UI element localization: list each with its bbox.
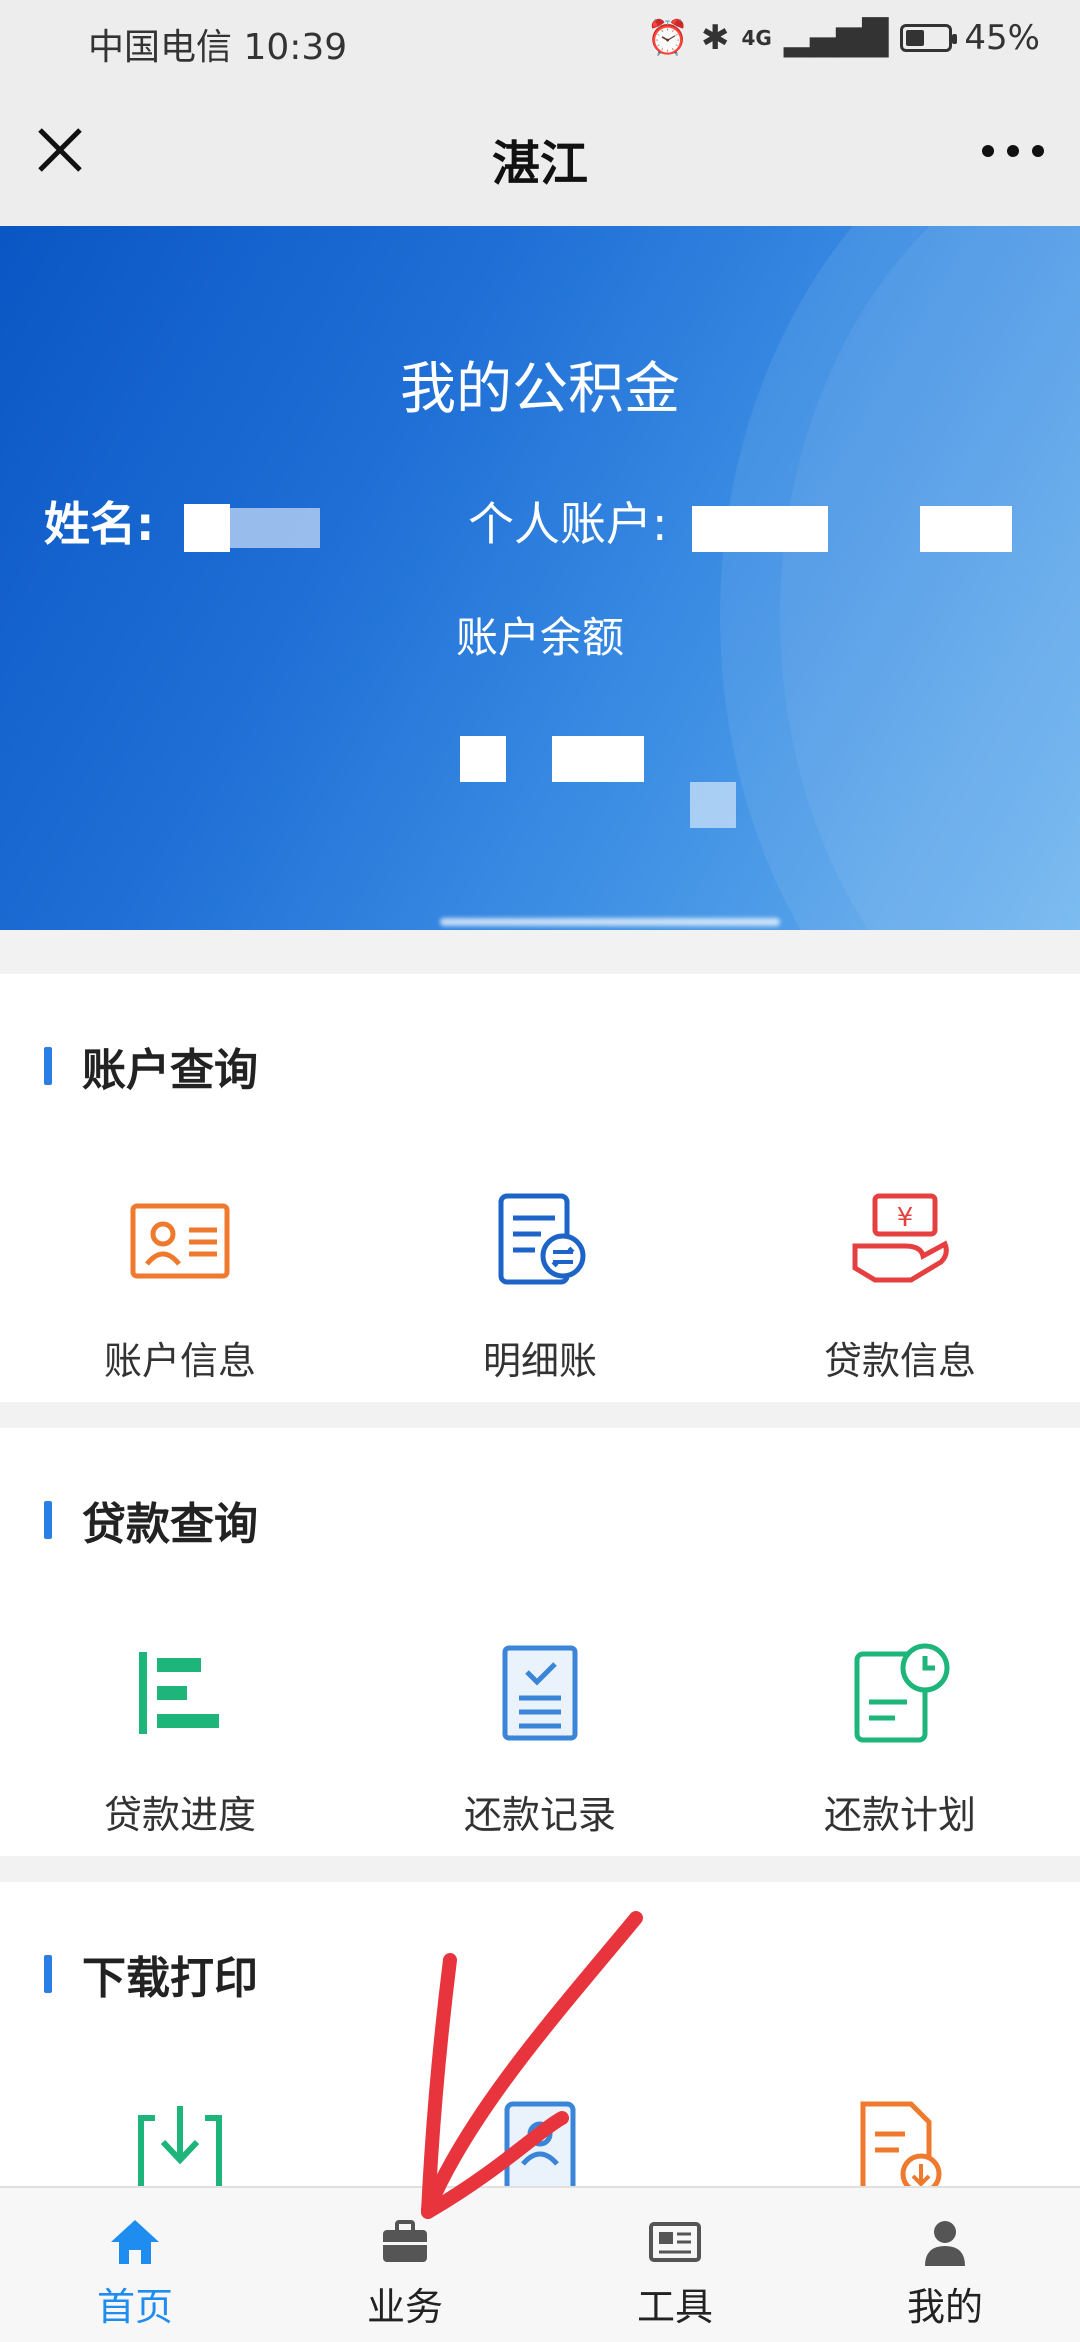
tab-home[interactable]: 首页 xyxy=(0,2188,270,2342)
more-icon[interactable] xyxy=(978,126,1048,176)
name-label: 姓名: xyxy=(44,497,155,551)
balance-redaction xyxy=(460,736,506,782)
battery-icon xyxy=(900,24,958,52)
account-label: 个人账户: xyxy=(468,497,668,551)
svg-text:¥: ¥ xyxy=(897,1203,914,1233)
loan-hand-icon: ¥ xyxy=(852,1193,949,1283)
section-title: 贷款查询 xyxy=(82,1499,258,1550)
ledger-button[interactable]: 明细账 xyxy=(360,1184,720,1385)
loan-info-label: 贷款信息 xyxy=(823,1339,976,1383)
tab-mine[interactable]: 我的 xyxy=(810,2188,1080,2342)
id-card-icon xyxy=(130,1203,230,1279)
carrier-time: 中国电信 10:39 xyxy=(88,27,348,68)
tab-home-label: 首页 xyxy=(96,2285,173,2329)
name-redaction xyxy=(184,504,230,552)
repayment-plan-label: 还款计划 xyxy=(823,1793,976,1837)
briefcase-icon xyxy=(383,2220,427,2262)
ledger-label: 明细账 xyxy=(482,1339,597,1383)
tab-mine-label: 我的 xyxy=(906,2285,983,2329)
repayment-plan-button[interactable]: 还款计划 xyxy=(720,1638,1080,1839)
newspaper-icon xyxy=(649,2222,701,2262)
balance-label: 账户余额 xyxy=(455,613,624,662)
loan-info-button[interactable]: ¥ 贷款信息 xyxy=(720,1184,1080,1385)
nav-bar: 湛江 xyxy=(0,84,1080,226)
bottom-tab-bar: 首页 业务 工具 我的 xyxy=(0,2186,1080,2342)
bluetooth-icon: ✱ xyxy=(700,18,730,58)
status-bar: 中国电信 10:39 ⏰ ✱ 4G ▂▄▆█ 45% xyxy=(0,0,1080,84)
section-account-query: 账户查询 账户信息 明细账 ¥ 贷款信息 xyxy=(0,974,1080,1402)
network-label: 4G xyxy=(741,26,772,50)
progress-bars-icon xyxy=(139,1652,219,1734)
fund-banner: 我的公积金 姓名: 个人账户: 账户余额 xyxy=(0,226,1080,930)
section-title: 下载打印 xyxy=(82,1953,258,2004)
account-redaction xyxy=(692,506,828,552)
tab-tools[interactable]: 工具 xyxy=(540,2188,810,2342)
battery-percent: 45% xyxy=(964,18,1040,58)
name-redaction-soft xyxy=(230,508,320,548)
account-redaction-2 xyxy=(920,506,1012,552)
checklist-icon xyxy=(502,1645,578,1741)
repayment-record-label: 还款记录 xyxy=(463,1793,616,1837)
clock-document-icon xyxy=(854,1643,950,1743)
loan-progress-button[interactable]: 贷款进度 xyxy=(0,1638,360,1839)
section-title: 账户查询 xyxy=(82,1045,258,1096)
balance-redaction-2 xyxy=(552,736,644,782)
home-icon xyxy=(111,2220,159,2264)
balance-redaction-3 xyxy=(690,782,736,828)
section-download-print: 下载打印 xyxy=(0,1882,1080,2202)
status-icons: ⏰ ✱ 4G ▂▄▆█ 45% xyxy=(647,18,1040,58)
alarm-icon: ⏰ xyxy=(646,18,689,58)
banner-title: 我的公积金 xyxy=(400,357,680,422)
account-info-label: 账户信息 xyxy=(103,1339,256,1383)
user-icon xyxy=(925,2221,965,2266)
page-title: 湛江 xyxy=(491,136,588,192)
loan-progress-label: 贷款进度 xyxy=(103,1793,256,1837)
ledger-icon xyxy=(498,1193,586,1285)
tab-business-label: 业务 xyxy=(366,2285,443,2329)
signal-icon: ▂▄▆█ xyxy=(783,18,889,58)
repayment-record-button[interactable]: 还款记录 xyxy=(360,1638,720,1839)
tab-business[interactable]: 业务 xyxy=(270,2188,540,2342)
section-loan-query: 贷款查询 贷款进度 还款记录 还款计划 xyxy=(0,1428,1080,1856)
account-info-button[interactable]: 账户信息 xyxy=(0,1184,360,1385)
tab-tools-label: 工具 xyxy=(636,2285,713,2329)
